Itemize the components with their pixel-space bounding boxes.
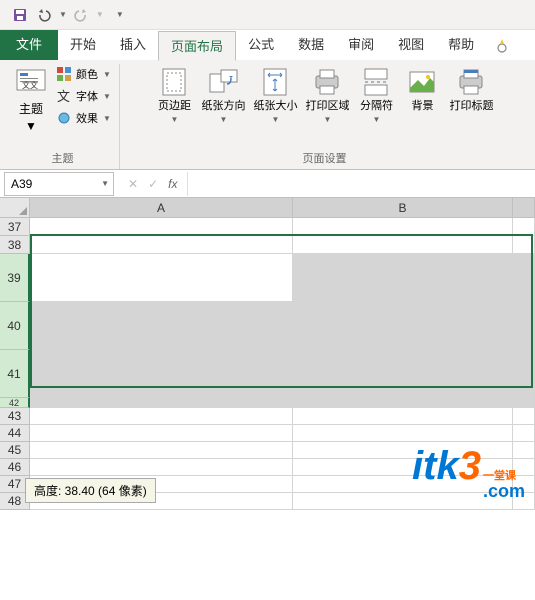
themes-group-label: 主题 bbox=[12, 147, 113, 169]
row-height-tooltip: 高度: 38.40 (64 像素) bbox=[25, 478, 156, 503]
spreadsheet: A B 37 38 39 40 41 42 43 44 45 bbox=[0, 198, 535, 510]
cell[interactable] bbox=[30, 218, 293, 236]
row-header[interactable]: 39 bbox=[0, 254, 30, 302]
undo-icon[interactable] bbox=[34, 5, 54, 25]
tell-me-icon[interactable] bbox=[494, 37, 510, 53]
orientation-button[interactable]: 纸张方向▼ bbox=[197, 64, 249, 126]
watermark: itk3 一堂课.com bbox=[412, 444, 525, 500]
cell[interactable] bbox=[513, 425, 535, 442]
tab-formulas[interactable]: 公式 bbox=[236, 30, 286, 60]
cell[interactable] bbox=[293, 350, 513, 398]
qat-customize[interactable]: ▼ bbox=[116, 10, 124, 19]
fx-icon[interactable]: fx bbox=[168, 177, 177, 191]
background-button[interactable]: 背景 bbox=[399, 64, 445, 115]
cell[interactable] bbox=[513, 350, 535, 398]
svg-text:文: 文 bbox=[57, 89, 70, 104]
tab-file[interactable]: 文件 bbox=[0, 30, 58, 60]
formula-input[interactable] bbox=[187, 172, 535, 196]
tab-home[interactable]: 开始 bbox=[58, 30, 108, 60]
cell[interactable] bbox=[293, 398, 513, 408]
name-box[interactable]: ▼ bbox=[4, 172, 114, 196]
effects-button[interactable]: 效果▼ bbox=[54, 108, 113, 128]
cell-active[interactable] bbox=[30, 254, 293, 302]
cell[interactable] bbox=[30, 442, 293, 459]
enter-icon[interactable]: ✓ bbox=[148, 177, 158, 191]
cell[interactable] bbox=[293, 218, 513, 236]
svg-text:文文: 文文 bbox=[22, 80, 38, 90]
select-all-corner[interactable] bbox=[0, 198, 30, 218]
breaks-button[interactable]: 分隔符▼ bbox=[353, 64, 399, 126]
ribbon: 文文 主题 ▼ 颜色▼ 文 字体▼ 效果▼ 主题 bbox=[0, 60, 535, 170]
name-box-input[interactable] bbox=[5, 177, 88, 191]
tab-data[interactable]: 数据 bbox=[286, 30, 336, 60]
themes-group: 文文 主题 ▼ 颜色▼ 文 字体▼ 效果▼ 主题 bbox=[6, 64, 120, 169]
row-header[interactable]: 43 bbox=[0, 408, 30, 425]
row-header[interactable]: 37 bbox=[0, 218, 30, 236]
redo-icon[interactable] bbox=[71, 5, 91, 25]
cell[interactable] bbox=[293, 425, 513, 442]
size-button[interactable]: 纸张大小▼ bbox=[249, 64, 301, 126]
cell[interactable] bbox=[30, 236, 293, 254]
row-header[interactable]: 40 bbox=[0, 302, 30, 350]
cell[interactable] bbox=[30, 425, 293, 442]
cell[interactable] bbox=[30, 350, 293, 398]
print-area-button[interactable]: 打印区域▼ bbox=[301, 64, 353, 126]
name-box-dropdown[interactable]: ▼ bbox=[101, 179, 109, 188]
row-header[interactable]: 42 bbox=[0, 398, 30, 408]
cell[interactable] bbox=[30, 398, 293, 408]
cell[interactable] bbox=[30, 302, 293, 350]
cell[interactable] bbox=[293, 408, 513, 425]
cell[interactable] bbox=[513, 302, 535, 350]
formula-bar: ▼ ✕ ✓ fx bbox=[0, 170, 535, 198]
ribbon-tabs: 文件 开始 插入 页面布局 公式 数据 审阅 视图 帮助 bbox=[0, 30, 535, 60]
cell[interactable] bbox=[293, 236, 513, 254]
tab-view[interactable]: 视图 bbox=[386, 30, 436, 60]
tab-page-layout[interactable]: 页面布局 bbox=[158, 31, 236, 61]
row-header[interactable]: 45 bbox=[0, 442, 30, 459]
page-setup-group-label: 页面设置 bbox=[126, 147, 523, 169]
tab-insert[interactable]: 插入 bbox=[108, 30, 158, 60]
page-setup-group: 页边距▼ 纸张方向▼ 纸张大小▼ 打印区域▼ 分隔符▼ 背景 bbox=[120, 64, 529, 169]
cell[interactable] bbox=[293, 254, 513, 302]
row-header[interactable]: 46 bbox=[0, 459, 30, 476]
cell[interactable] bbox=[513, 408, 535, 425]
print-titles-button[interactable]: 打印标题 bbox=[445, 64, 497, 115]
fonts-button[interactable]: 文 字体▼ bbox=[54, 86, 113, 106]
cancel-icon[interactable]: ✕ bbox=[128, 177, 138, 191]
row-header[interactable]: 44 bbox=[0, 425, 30, 442]
cell[interactable] bbox=[513, 236, 535, 254]
row-header[interactable]: 38 bbox=[0, 236, 30, 254]
col-header-C[interactable] bbox=[513, 198, 535, 218]
tab-review[interactable]: 审阅 bbox=[336, 30, 386, 60]
col-header-A[interactable]: A bbox=[30, 198, 293, 218]
tab-help[interactable]: 帮助 bbox=[436, 30, 486, 60]
save-icon[interactable] bbox=[10, 5, 30, 25]
margins-button[interactable]: 页边距▼ bbox=[151, 64, 197, 126]
cell[interactable] bbox=[30, 459, 293, 476]
cell[interactable] bbox=[30, 408, 293, 425]
quick-access-toolbar: ▼ ▼ ▼ bbox=[0, 0, 535, 30]
undo-dropdown[interactable]: ▼ bbox=[59, 10, 67, 19]
redo-dropdown[interactable]: ▼ bbox=[96, 10, 104, 19]
cell[interactable] bbox=[513, 254, 535, 302]
cell[interactable] bbox=[293, 302, 513, 350]
themes-button[interactable]: 文文 主题 ▼ bbox=[12, 64, 50, 135]
cell[interactable] bbox=[513, 218, 535, 236]
col-header-B[interactable]: B bbox=[293, 198, 513, 218]
cell[interactable] bbox=[513, 398, 535, 408]
colors-button[interactable]: 颜色▼ bbox=[54, 64, 113, 84]
row-header[interactable]: 41 bbox=[0, 350, 30, 398]
